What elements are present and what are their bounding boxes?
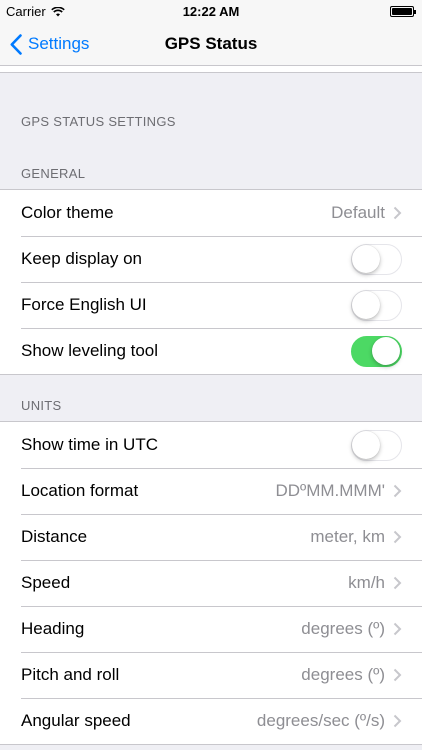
row-label: Force English UI <box>21 295 147 314</box>
chevron-right-icon <box>393 576 402 590</box>
row-keep-display-on: Keep display on <box>0 236 422 282</box>
section-header-units: UNITS <box>21 398 62 413</box>
chevron-right-icon <box>393 206 402 220</box>
show-time-utc-toggle[interactable] <box>351 429 402 461</box>
chevron-right-icon <box>393 622 402 636</box>
section-header-gps-status-settings: GPS STATUS SETTINGS <box>21 114 176 129</box>
row-label: Pitch and roll <box>21 665 120 684</box>
row-show-time-utc: Show time in UTC <box>0 422 422 468</box>
row-value: degrees/sec (º/s) <box>256 711 385 730</box>
chevron-right-icon <box>393 714 402 728</box>
show-leveling-tool-toggle[interactable] <box>351 335 402 367</box>
row-label: Angular speed <box>21 711 131 730</box>
row-label: Show time in UTC <box>21 435 158 454</box>
keep-display-on-toggle[interactable] <box>351 243 402 275</box>
units-group: Show time in UTC Location format DDºMM.M… <box>0 421 422 745</box>
row-label: Location format <box>21 481 139 500</box>
chevron-right-icon <box>393 668 402 682</box>
battery-icon <box>390 6 416 17</box>
row-value: degrees (º) <box>301 665 385 684</box>
row-force-english-ui: Force English UI <box>0 282 422 328</box>
chevron-right-icon <box>393 530 402 544</box>
row-location-format[interactable]: Location format DDºMM.MMM' <box>0 468 422 514</box>
row-show-leveling-tool: Show leveling tool <box>0 328 422 374</box>
row-value: DDºMM.MMM' <box>275 481 385 500</box>
row-label: Speed <box>21 573 71 592</box>
row-value: degrees (º) <box>301 619 385 638</box>
row-value: meter, km <box>310 527 385 546</box>
status-bar: Carrier 12:22 AM <box>0 0 422 22</box>
row-label: Heading <box>21 619 85 638</box>
page-title: GPS Status <box>164 34 258 53</box>
chevron-right-icon <box>393 484 402 498</box>
row-angular-speed[interactable]: Angular speed degrees/sec (º/s) <box>0 698 422 744</box>
status-time: 12:22 AM <box>182 4 240 19</box>
navigation-bar: Settings GPS Status <box>0 22 422 66</box>
row-value: Default <box>331 203 385 222</box>
row-pitch-and-roll[interactable]: Pitch and roll degrees (º) <box>0 652 422 698</box>
row-distance[interactable]: Distance meter, km <box>0 514 422 560</box>
top-strip <box>0 66 422 73</box>
row-label: Color theme <box>21 203 114 222</box>
force-english-ui-toggle[interactable] <box>351 289 402 321</box>
row-color-theme[interactable]: Color theme Default <box>0 190 422 236</box>
section-header-general: GENERAL <box>21 166 86 181</box>
general-group: Color theme Default Keep display on Forc… <box>0 189 422 375</box>
row-label: Distance <box>21 527 88 546</box>
settings-list[interactable]: GPS STATUS SETTINGS GENERAL Color theme … <box>0 66 422 745</box>
row-label: Show leveling tool <box>21 341 159 360</box>
row-label: Keep display on <box>21 249 142 268</box>
row-value: km/h <box>348 573 385 592</box>
row-heading[interactable]: Heading degrees (º) <box>0 606 422 652</box>
row-speed[interactable]: Speed km/h <box>0 560 422 606</box>
